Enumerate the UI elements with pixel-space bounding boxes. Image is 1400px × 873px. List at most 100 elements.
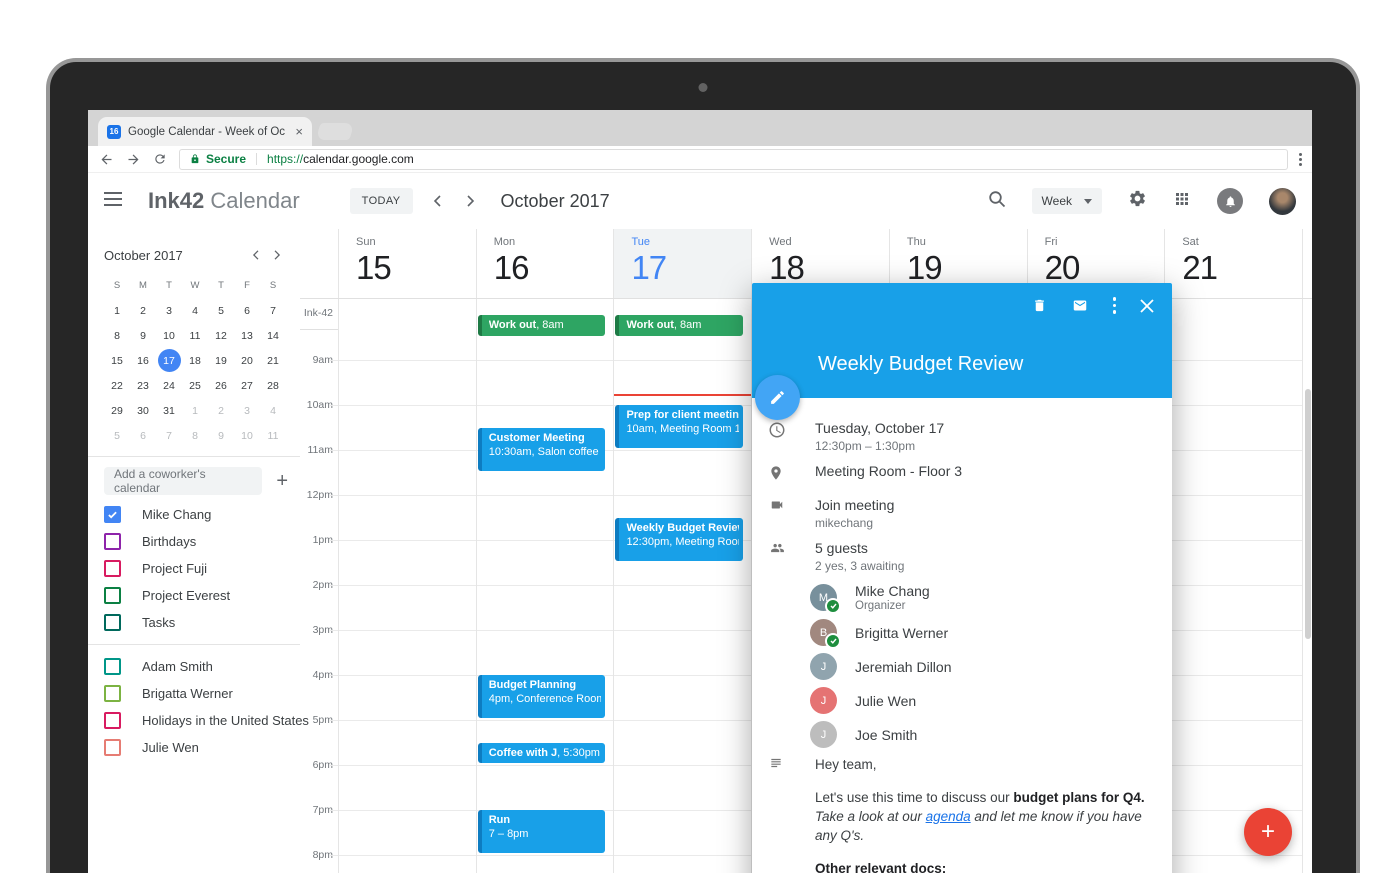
- event-work-out[interactable]: Work out, 8am: [615, 315, 743, 336]
- mini-calendar-day[interactable]: 6: [130, 423, 156, 448]
- guest-row[interactable]: JJulie Wen: [810, 687, 1172, 714]
- mini-calendar-day[interactable]: 28: [260, 373, 286, 398]
- mini-calendar-day[interactable]: 13: [234, 323, 260, 348]
- mini-calendar-day[interactable]: 19: [208, 348, 234, 373]
- day-column[interactable]: [1164, 299, 1303, 873]
- calendar-list-item-mike-chang[interactable]: Mike Chang: [104, 501, 300, 528]
- mini-calendar-day[interactable]: 1: [182, 398, 208, 423]
- day-column[interactable]: Work out, 8am Prep for client meeting10am…: [613, 299, 751, 873]
- refresh-icon[interactable]: [152, 151, 168, 167]
- mini-calendar-day[interactable]: 12: [208, 323, 234, 348]
- edit-event-button[interactable]: [755, 375, 800, 420]
- calendar-list-item-brigatta-werner[interactable]: Brigatta Werner: [104, 680, 300, 707]
- calendar-list-item-holidays-in-the-united-states[interactable]: Holidays in the United States: [104, 707, 300, 734]
- mini-calendar-day[interactable]: 5: [208, 298, 234, 323]
- mini-calendar-selected-day[interactable]: 17: [158, 349, 181, 372]
- mini-calendar-day[interactable]: 7: [260, 298, 286, 323]
- calendar-checkbox[interactable]: [104, 587, 121, 604]
- mini-calendar-day[interactable]: 9: [208, 423, 234, 448]
- calendar-list-item-project-fuji[interactable]: Project Fuji: [104, 555, 300, 582]
- mini-calendar-day[interactable]: 11: [260, 423, 286, 448]
- mini-calendar-day[interactable]: 4: [182, 298, 208, 323]
- mini-calendar-day[interactable]: 9: [130, 323, 156, 348]
- notifications-bell-icon[interactable]: [1217, 188, 1243, 214]
- mini-prev-month-icon[interactable]: [244, 244, 266, 266]
- calendar-checkbox[interactable]: [104, 533, 121, 550]
- delete-event-icon[interactable]: [1032, 297, 1047, 314]
- email-guests-icon[interactable]: [1071, 298, 1089, 313]
- calendar-checkbox[interactable]: [104, 739, 121, 756]
- calendar-checkbox[interactable]: [104, 685, 121, 702]
- calendar-list-item-julie-wen[interactable]: Julie Wen: [104, 734, 300, 761]
- back-icon[interactable]: [98, 151, 114, 167]
- calendar-list-item-adam-smith[interactable]: Adam Smith: [104, 653, 300, 680]
- calendar-checkbox[interactable]: [104, 560, 121, 577]
- mini-calendar-day[interactable]: 3: [156, 298, 182, 323]
- mini-next-month-icon[interactable]: [266, 244, 288, 266]
- guest-row[interactable]: JJeremiah Dillon: [810, 653, 1172, 680]
- calendar-list-item-project-everest[interactable]: Project Everest: [104, 582, 300, 609]
- mini-calendar-day[interactable]: 24: [156, 373, 182, 398]
- new-tab-button[interactable]: [315, 123, 355, 140]
- mini-calendar-day[interactable]: 8: [182, 423, 208, 448]
- close-popup-icon[interactable]: [1140, 299, 1154, 313]
- mini-calendar-day[interactable]: 31: [156, 398, 182, 423]
- event-work-out[interactable]: Work out, 8am: [478, 315, 606, 336]
- mini-calendar-day[interactable]: 20: [234, 348, 260, 373]
- mini-calendar-day[interactable]: 6: [234, 298, 260, 323]
- day-header-tue[interactable]: Tue17: [613, 229, 751, 298]
- event-coffee-with-j[interactable]: Coffee with J, 5:30pm: [478, 743, 606, 764]
- day-column[interactable]: Work out, 8am Customer Meeting10:30am, Sa…: [476, 299, 614, 873]
- mini-calendar-day[interactable]: 10: [234, 423, 260, 448]
- guest-row[interactable]: JJoe Smith: [810, 721, 1172, 748]
- today-button[interactable]: TODAY: [350, 188, 413, 214]
- forward-icon[interactable]: [125, 151, 141, 167]
- event-run[interactable]: Run7 – 8pm: [478, 810, 606, 853]
- day-header-sat[interactable]: Sat21: [1164, 229, 1303, 298]
- mini-calendar-day[interactable]: 1: [104, 298, 130, 323]
- calendar-checkbox[interactable]: [104, 506, 121, 523]
- day-header-sun[interactable]: Sun15: [338, 229, 476, 298]
- mini-calendar-day[interactable]: 4: [260, 398, 286, 423]
- mini-calendar-day[interactable]: 14: [260, 323, 286, 348]
- agenda-link[interactable]: agenda: [926, 809, 971, 824]
- browser-tab[interactable]: 16 Google Calendar - Week of Oc ×: [98, 117, 312, 146]
- mini-calendar-day[interactable]: 3: [234, 398, 260, 423]
- next-week-icon[interactable]: [461, 191, 481, 211]
- mini-calendar-day[interactable]: 22: [104, 373, 130, 398]
- prev-week-icon[interactable]: [427, 191, 447, 211]
- day-column[interactable]: [338, 299, 476, 873]
- create-event-button[interactable]: +: [1244, 808, 1292, 856]
- guest-row[interactable]: MMike ChangOrganizer: [810, 583, 1172, 612]
- event-prep-for-client-meeting[interactable]: Prep for client meeting10am, Meeting Roo…: [615, 405, 743, 448]
- mini-calendar-day[interactable]: 17: [156, 348, 182, 373]
- apps-grid-icon[interactable]: [1173, 190, 1191, 213]
- grid-scrollbar[interactable]: [1305, 389, 1311, 639]
- mini-calendar-day[interactable]: 27: [234, 373, 260, 398]
- mini-calendar-day[interactable]: 30: [130, 398, 156, 423]
- search-icon[interactable]: [988, 190, 1006, 213]
- event-customer-meeting[interactable]: Customer Meeting10:30am, Salon coffee s: [478, 428, 606, 471]
- main-menu-icon[interactable]: [104, 192, 122, 211]
- event-weekly-budget-review[interactable]: Weekly Budget Review12:30pm, Meeting Roo…: [615, 518, 743, 561]
- mini-calendar-day[interactable]: 16: [130, 348, 156, 373]
- mini-calendar-day[interactable]: 2: [130, 298, 156, 323]
- tab-close-icon[interactable]: ×: [295, 124, 303, 139]
- add-coworker-input[interactable]: Add a coworker's calendar: [104, 467, 262, 495]
- calendar-checkbox[interactable]: [104, 658, 121, 675]
- event-budget-planning[interactable]: Budget Planning4pm, Conference Room: [478, 675, 606, 718]
- mini-calendar-day[interactable]: 21: [260, 348, 286, 373]
- join-meeting-link[interactable]: Join meeting: [815, 497, 1156, 514]
- mini-calendar-day[interactable]: 25: [182, 373, 208, 398]
- mini-calendar-day[interactable]: 10: [156, 323, 182, 348]
- mini-calendar-day[interactable]: 26: [208, 373, 234, 398]
- mini-calendar-day[interactable]: 5: [104, 423, 130, 448]
- calendar-list-item-tasks[interactable]: Tasks: [104, 609, 300, 636]
- mini-calendar-day[interactable]: 18: [182, 348, 208, 373]
- settings-gear-icon[interactable]: [1128, 189, 1147, 213]
- address-bar[interactable]: Secure https://calendar.google.com: [179, 149, 1288, 170]
- mini-calendar-day[interactable]: 7: [156, 423, 182, 448]
- mini-calendar-day[interactable]: 11: [182, 323, 208, 348]
- mini-calendar-day[interactable]: 2: [208, 398, 234, 423]
- mini-calendar-day[interactable]: 29: [104, 398, 130, 423]
